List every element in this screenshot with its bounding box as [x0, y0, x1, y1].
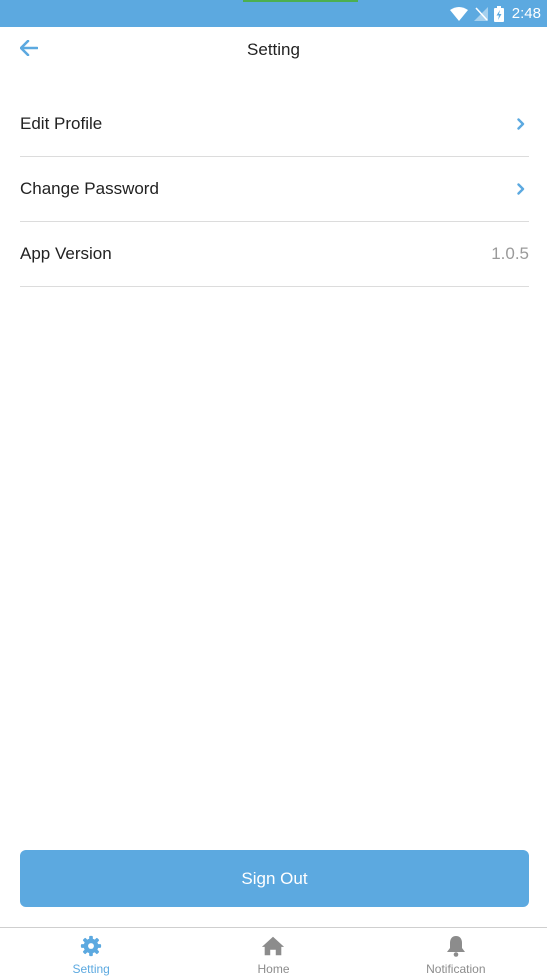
app-version-value: 1.0.5: [491, 244, 529, 263]
status-time: 2:48: [511, 5, 541, 22]
wifi-icon: [449, 6, 468, 21]
nav-item-notification[interactable]: Notification: [365, 928, 547, 977]
chevron-right-icon: [515, 116, 527, 132]
app-bar: Setting: [0, 27, 547, 73]
home-icon: [261, 934, 285, 958]
bottom-navigation: Setting Home Notification: [0, 927, 547, 977]
nav-item-home[interactable]: Home: [182, 928, 364, 977]
nav-label-setting: Setting: [72, 962, 110, 976]
app-version-label: App Version: [20, 244, 112, 263]
gear-icon: [79, 934, 103, 958]
status-bar: 2:48: [0, 0, 547, 27]
chevron-right-icon: [515, 181, 527, 197]
status-icons: 2:48: [449, 0, 541, 27]
nav-label-notification: Notification: [426, 962, 486, 976]
settings-list: Edit Profile Change Password App Version…: [20, 92, 529, 287]
change-password-label: Change Password: [20, 179, 159, 198]
no-signal-icon: [473, 6, 488, 21]
battery-charging-icon: [493, 5, 504, 22]
sign-out-button[interactable]: Sign Out: [20, 850, 529, 907]
bell-icon: [444, 934, 468, 958]
edit-profile-row[interactable]: Edit Profile: [20, 92, 529, 157]
nav-label-home: Home: [257, 962, 290, 976]
page-title: Setting: [247, 40, 300, 59]
edit-profile-label: Edit Profile: [20, 114, 103, 133]
change-password-row[interactable]: Change Password: [20, 157, 529, 222]
settings-screen: 2:48 Setting Edit Profile Change Passwor…: [0, 0, 547, 977]
nav-item-setting[interactable]: Setting: [0, 928, 182, 977]
status-indicator-line: [243, 0, 358, 2]
app-version-row: App Version 1.0.5: [20, 222, 529, 287]
